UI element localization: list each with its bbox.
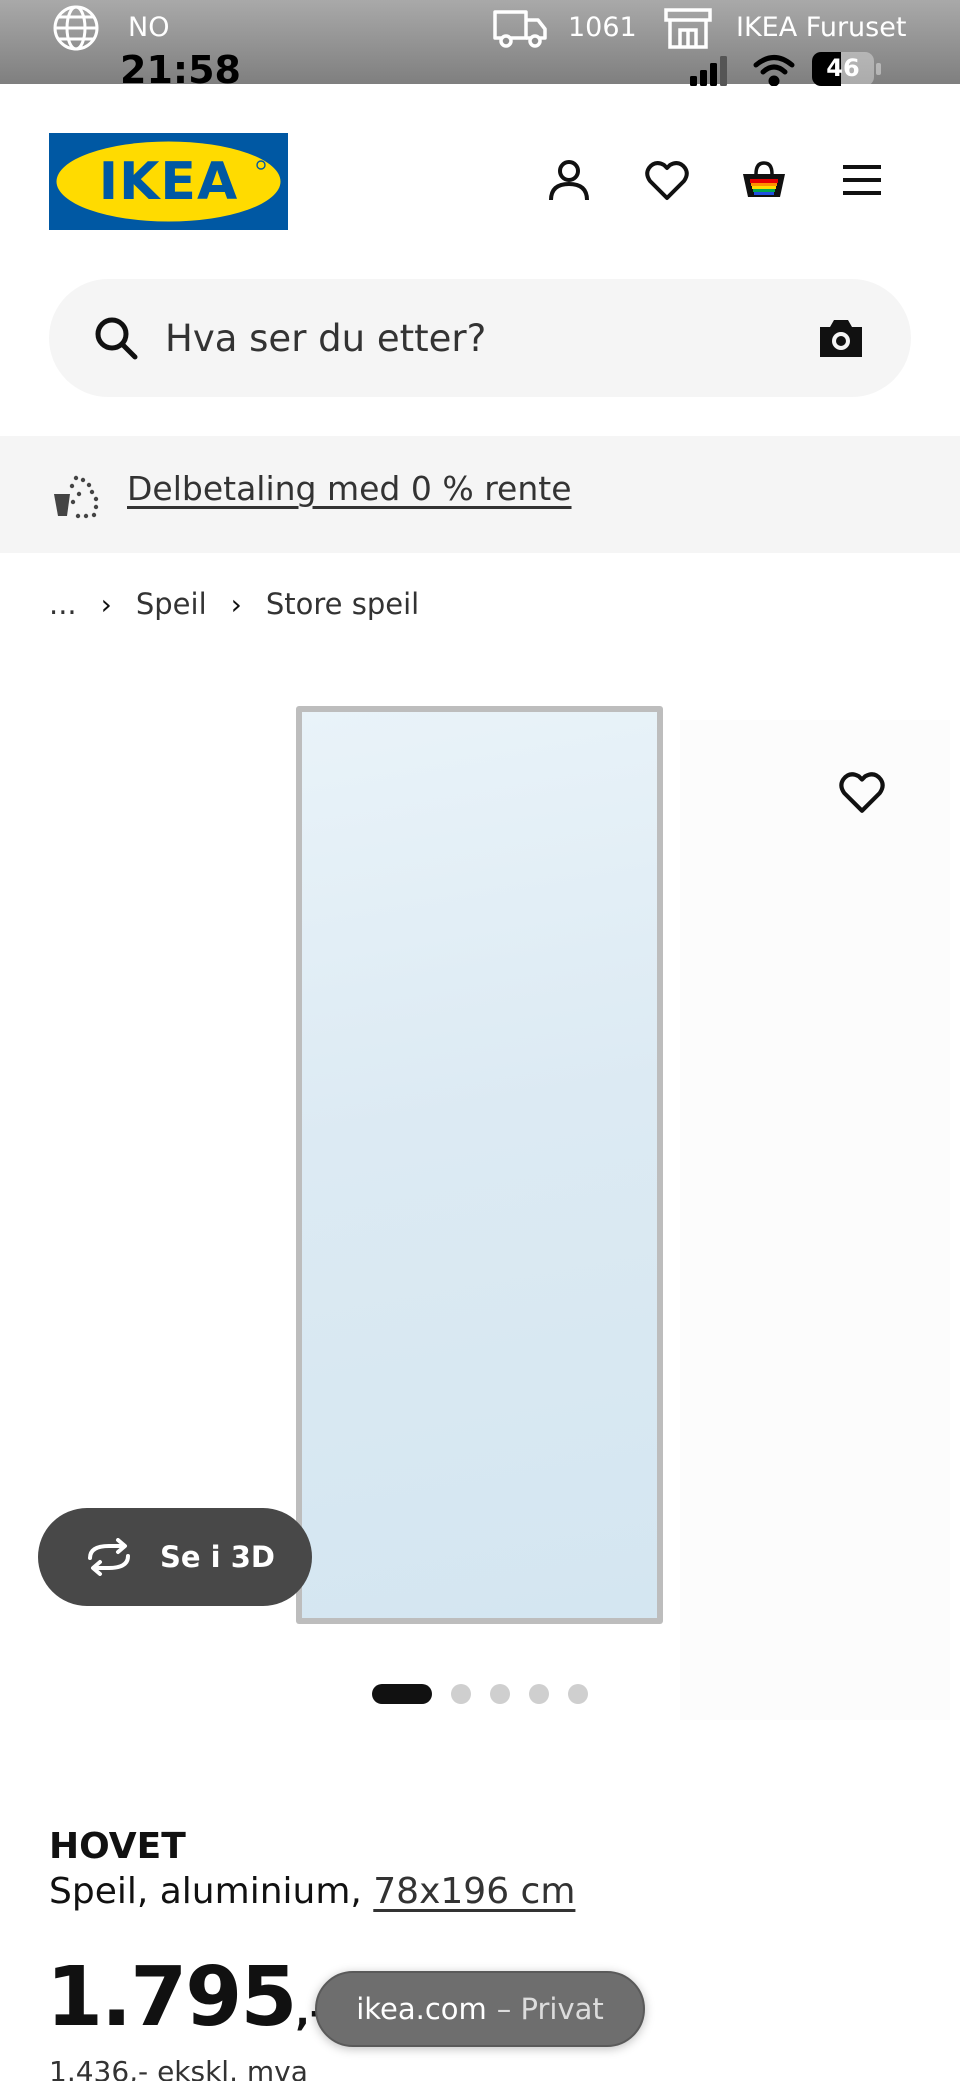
search-input[interactable] — [165, 303, 805, 373]
product-name: HOVET — [49, 1826, 186, 1867]
pagination-dot[interactable] — [451, 1684, 471, 1704]
product-size-link[interactable]: 78x196 cm — [373, 1871, 575, 1912]
camera-icon[interactable] — [817, 315, 865, 361]
installment-payment-link[interactable]: Delbetaling med 0 % rente — [127, 469, 572, 508]
breadcrumb-item-store-speil[interactable]: Store speil — [266, 587, 419, 621]
logo-text: IKEA — [99, 152, 238, 212]
globe-icon — [53, 5, 99, 51]
menu-icon — [843, 165, 881, 195]
clock: 21:58 — [120, 48, 241, 92]
cart-icon — [743, 161, 785, 197]
rotate-3d-icon — [88, 1538, 130, 1576]
product-type: Speil, aluminium, — [49, 1871, 374, 1912]
status-bar: NO 1061 IKEA Furuset 21:58 46 — [0, 0, 960, 92]
add-to-favourites-button[interactable] — [822, 752, 902, 832]
search-bar[interactable] — [49, 279, 911, 397]
pagination-dot[interactable] — [568, 1684, 588, 1704]
price-value: 1.795 — [46, 1950, 297, 2045]
search-icon — [95, 317, 138, 360]
browser-mode: – Privat — [496, 1992, 604, 2026]
product-price: 1.795,- — [46, 1950, 326, 2045]
cart-button[interactable] — [739, 155, 789, 205]
heart-icon — [839, 772, 885, 813]
product-image-mirror[interactable] — [296, 706, 663, 1624]
account-button[interactable] — [544, 155, 594, 205]
payment-icon — [54, 475, 99, 519]
pagination-dot-active[interactable] — [372, 1684, 432, 1704]
store-icon — [664, 8, 712, 49]
see-in-3d-label: Se i 3D — [160, 1540, 275, 1574]
breadcrumb-item-speil[interactable]: Speil — [136, 587, 207, 621]
truck-icon — [493, 10, 547, 48]
payment-promo-banner: Delbetaling med 0 % rente — [0, 436, 960, 553]
favourites-button[interactable] — [642, 155, 692, 205]
pagination-dot[interactable] — [490, 1684, 510, 1704]
selected-store[interactable]: IKEA Furuset — [736, 12, 906, 43]
browser-url-pill[interactable]: ikea.com – Privat — [315, 1971, 645, 2047]
pagination-dot[interactable] — [529, 1684, 549, 1704]
product-description: Speil, aluminium, 78x196 cm — [49, 1871, 575, 1912]
battery-level: 46 — [826, 54, 860, 82]
battery-icon: 46 — [812, 52, 882, 86]
ikea-logo[interactable]: IKEA — [49, 133, 288, 230]
menu-button[interactable] — [837, 155, 887, 205]
signal-icon — [690, 56, 727, 86]
country-code: NO — [128, 12, 170, 43]
chevron-right-icon: › — [230, 587, 242, 621]
wifi-icon — [753, 55, 795, 86]
delivery-zip[interactable]: 1061 — [568, 12, 637, 43]
price-excl-vat: 1.436,- ekskl. mva — [49, 2055, 308, 2081]
breadcrumb: ... › Speil › Store speil — [49, 584, 419, 624]
browser-domain: ikea.com — [356, 1992, 487, 2026]
favourites-icon — [645, 161, 689, 200]
image-pagination — [372, 1684, 607, 1704]
account-icon — [549, 160, 589, 201]
chevron-right-icon: › — [100, 587, 112, 621]
see-in-3d-button[interactable]: Se i 3D — [38, 1508, 312, 1606]
breadcrumb-item-more[interactable]: ... — [49, 587, 77, 621]
